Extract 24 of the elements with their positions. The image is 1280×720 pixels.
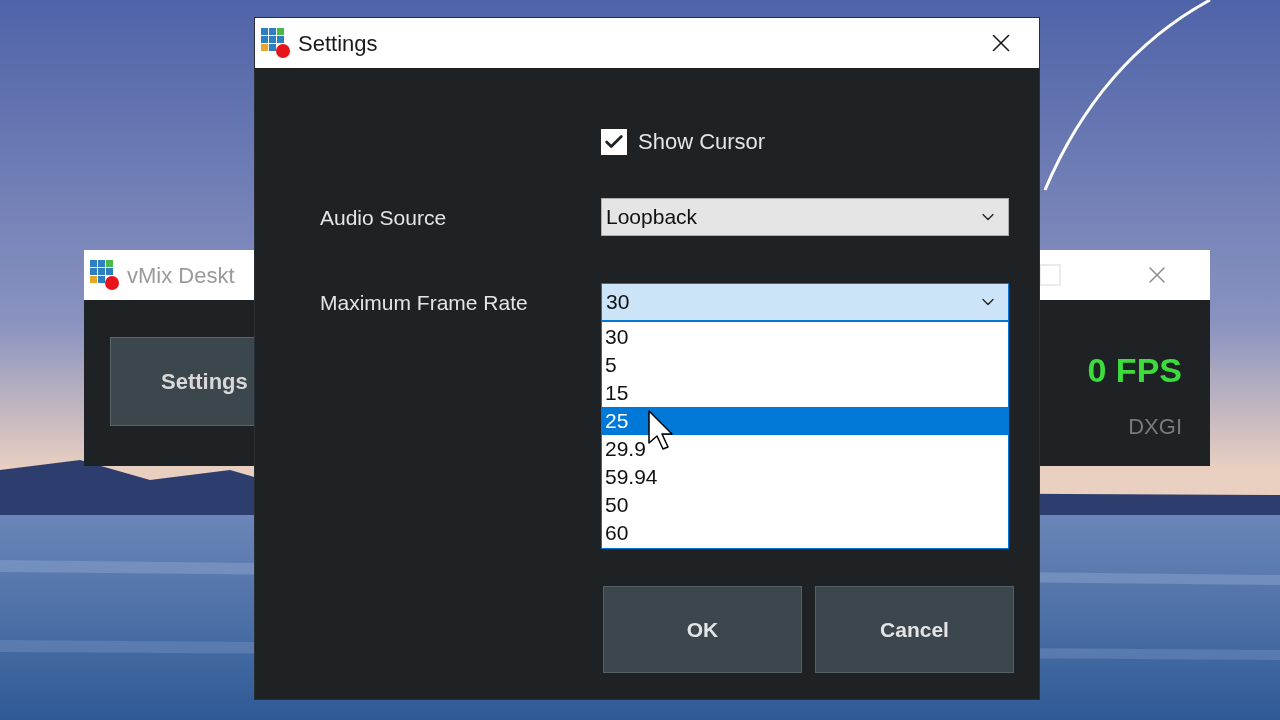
window-title: Settings [298, 29, 378, 58]
dropdown-option[interactable]: 5 [602, 351, 1008, 379]
dropdown-option[interactable]: 25 [602, 407, 1008, 435]
field-label: Audio Source [320, 205, 448, 231]
field-label: Maximum Frame Rate [320, 290, 529, 316]
checkbox-label: Show Cursor [638, 128, 766, 156]
dropdown-option[interactable]: 60 [602, 519, 1008, 547]
dropdown-option[interactable]: 50 [602, 491, 1008, 519]
dropdown-option[interactable]: 30 [602, 323, 1008, 351]
dropdown-field[interactable]: 30 [601, 283, 1009, 321]
app-logo-icon [260, 27, 292, 59]
dialog-button[interactable]: OK [603, 586, 802, 673]
dropdown-field[interactable]: Loopback [601, 198, 1009, 236]
app-logo-icon [89, 259, 121, 291]
mouse-pointer-icon [648, 410, 674, 450]
window-title: vMix Deskt [127, 261, 235, 290]
maximize-icon [1039, 264, 1061, 286]
dropdown-option[interactable]: 29.9 [602, 435, 1008, 463]
show-cursor-checkbox[interactable] [601, 128, 627, 155]
capture-mode-label: DXGI [1128, 413, 1182, 441]
fps-counter: 0 FPS [1087, 350, 1182, 391]
dropdown-option[interactable]: 59.94 [602, 463, 1008, 491]
dropdown-option[interactable]: 15 [602, 379, 1008, 407]
dialog-button[interactable]: Cancel [815, 586, 1014, 673]
